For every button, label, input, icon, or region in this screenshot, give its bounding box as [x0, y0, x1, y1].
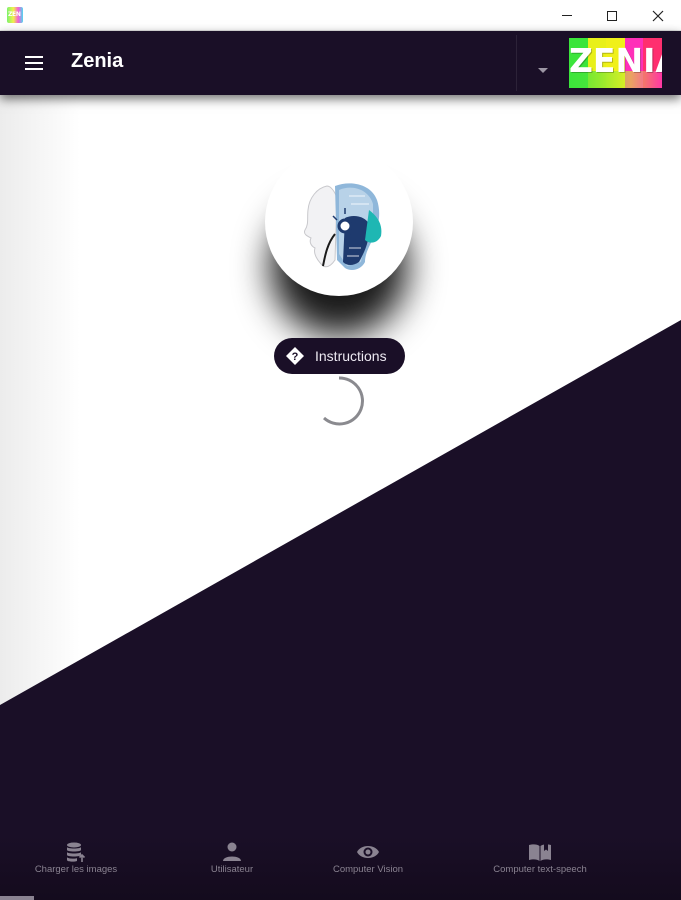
caret-down-icon[interactable] — [538, 68, 548, 73]
person-icon — [223, 842, 241, 861]
robot-head-icon — [304, 183, 382, 270]
zenia-logo: ZENIA — [569, 38, 662, 88]
bottom-navigation: Charger les images Utilisateur Computer … — [0, 836, 681, 900]
nav-label: Computer Vision — [332, 864, 404, 875]
nav-label: Computer text-speech — [493, 864, 587, 875]
maximize-icon — [607, 10, 617, 21]
svg-text:?: ? — [292, 351, 299, 363]
nav-label: Charger les images — [34, 864, 118, 875]
appbar-divider — [516, 35, 517, 91]
window-titlebar: ZEN — [0, 0, 681, 31]
minimize-button[interactable] — [544, 0, 590, 31]
help-diamond-icon: ? — [286, 347, 304, 365]
main-content: ? Instructions — [0, 95, 681, 900]
book-open-icon — [529, 844, 551, 861]
close-icon — [652, 10, 664, 21]
eye-icon — [357, 846, 379, 858]
loading-spinner-icon — [322, 376, 364, 426]
maximize-button[interactable] — [589, 0, 635, 31]
instructions-button[interactable]: ? Instructions — [274, 338, 405, 374]
app-bar: Zenia ZENIA — [0, 31, 681, 95]
minimize-icon — [562, 15, 572, 16]
nav-computer-vision[interactable]: Computer Vision — [325, 836, 411, 896]
close-button[interactable] — [635, 0, 681, 31]
nav-label: Utilisateur — [210, 864, 254, 875]
hamburger-menu-icon[interactable] — [22, 51, 48, 75]
nav-charger-images[interactable]: Charger les images — [28, 836, 124, 896]
nav-computer-text-speech[interactable]: Computer text-speech — [484, 836, 596, 896]
nav-utilisateur[interactable]: Utilisateur — [200, 836, 264, 896]
app-title: Zenia — [71, 50, 124, 72]
database-upload-icon — [67, 842, 86, 862]
avatar — [265, 148, 413, 296]
zenia-app-icon: ZEN — [7, 7, 23, 23]
logo-text: ZENIA — [569, 41, 662, 80]
instructions-label: Instructions — [315, 348, 387, 364]
app-icon-text: ZEN — [8, 11, 21, 18]
scroll-indicator — [0, 896, 34, 900]
